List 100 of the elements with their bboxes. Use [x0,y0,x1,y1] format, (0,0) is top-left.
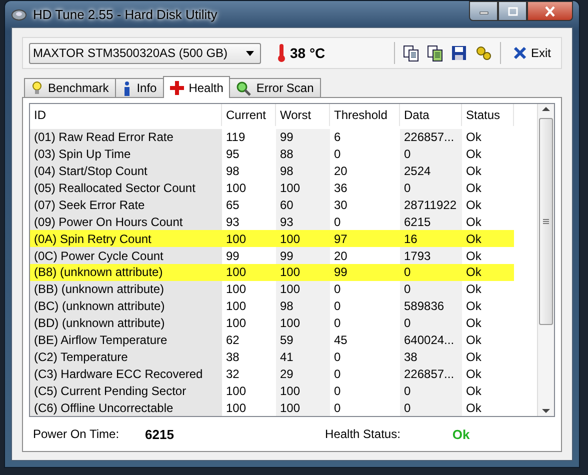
table-cell-text: 0 [333,400,342,416]
table-cell: 100 [276,280,330,298]
table-cell: 100 [276,399,330,416]
table-cell-text: 93 [225,214,240,230]
tab[interactable]: Benchmark [24,78,116,97]
magnifier-icon [236,80,252,96]
table-cell-text: 20 [333,248,348,264]
table-cell: 100 [276,180,330,196]
table-cell-text: 0 [333,146,342,163]
table-cell: 97 [330,230,400,248]
table-cell: (C6) Offline Uncorrectable [30,399,222,416]
table-cell: 0 [400,314,462,332]
table-cell: (0C) Power Cycle Count [30,247,222,264]
options-icon[interactable] [474,45,492,61]
table-cell-text: 98 [225,163,240,180]
health-status-label: Health Status: [325,427,400,441]
scroll-down-icon[interactable] [542,406,550,416]
table-cell: (C2) Temperature [30,348,222,366]
table-cell: 88 [276,146,330,163]
table-cell: 6215 [400,213,462,230]
table-cell: 0 [400,399,462,416]
table-cell: 0 [400,264,462,281]
table-cell-text: 0 [333,348,342,366]
table-cell-text: 0 [333,281,342,298]
table-cell: 41 [276,348,330,366]
table-cell: (0A) Spin Retry Count [30,230,222,248]
grip-icon [543,219,549,224]
tab[interactable]: Info [114,78,164,97]
table-cell: 28711922 [400,196,462,214]
power-on-label: Power On Time: [33,427,120,441]
x-icon [512,46,527,60]
table-cell: 93 [276,213,330,230]
table-cell-text: 36 [333,180,348,196]
tab[interactable]: Error Scan [229,78,321,97]
table-cell: (BD) (unknown attribute) [30,314,222,332]
maximize-button[interactable] [498,1,527,21]
table-cell: 0 [400,280,462,298]
table-cell: (04) Start/Stop Count [30,162,222,180]
table-cell: (BC) (unknown attribute) [30,298,222,315]
table-cell-text: 100 [225,298,248,315]
table-cell: (BB) (unknown attribute) [30,280,222,298]
close-button[interactable] [527,1,573,21]
table-cell: 1793 [400,247,462,264]
table-cell-text: 32 [225,366,240,382]
table-cell: 226857... [400,128,462,146]
table-cell: 2524 [400,162,462,180]
scroll-up-icon[interactable] [542,104,550,114]
copy-icon[interactable] [402,44,419,62]
table-cell: Ok [462,230,514,248]
table-cell-text: Ok [465,248,482,264]
health-status-value: Ok [452,426,470,442]
table-cell: 100 [222,230,276,248]
table-cell: Ok [462,264,514,281]
table-cell: (07) Seek Error Rate [30,196,222,214]
table-cell-text: 65 [225,196,240,214]
table-cell-text: 6 [333,129,342,146]
table-cell-text: 100 [225,382,248,400]
disk-app-icon [11,7,27,21]
table-cell-text: 30 [333,196,348,214]
table-cell: 100 [276,382,330,400]
scrollbar[interactable] [537,104,554,416]
table-cell: 38 [400,348,462,366]
table-cell-text: Ok [465,400,482,416]
table-cell: 589836 [400,298,462,315]
exit-button[interactable]: Exit [508,46,555,60]
table-cell: 29 [276,365,330,382]
cross-icon [170,80,184,94]
table-cell: 0 [400,146,462,163]
table-cell-text: 0 [333,382,342,400]
copy-all-icon[interactable] [426,44,443,62]
table-cell: 99 [330,264,400,281]
table-cell-text: Ok [465,332,482,348]
lightbulb-icon [31,81,43,95]
minimize-button[interactable] [469,1,498,21]
table-cell-text: Ok [465,382,482,400]
table-cell: (C5) Current Pending Sector [30,382,222,400]
table-cell-text: 100 [225,180,248,196]
table-cell-text: 100 [225,315,248,332]
table-cell: 99 [276,128,330,146]
table-cell-text: 0 [333,315,342,332]
table-cell: 98 [276,162,330,180]
table-cell: (B8) (unknown attribute) [30,264,222,281]
save-icon[interactable] [450,45,467,61]
power-on-value: 6215 [145,426,175,442]
table-cell: 59 [276,332,330,348]
tab[interactable]: Health [162,76,230,98]
table-cell-text: Ok [465,315,482,332]
table-cell: (01) Raw Read Error Rate [30,128,222,146]
table-cell: 100 [276,230,330,248]
table-cell-text: 119 [225,129,246,146]
table-cell-text: Ok [465,281,482,298]
table-cell-text: 0 [333,298,342,315]
table-cell: 100 [222,264,276,281]
table-cell-text: Ok [465,196,482,214]
table-cell: 0 [400,180,462,196]
table-cell-text: 0 [333,214,342,230]
table-cell-text: 100 [225,281,248,298]
table-cell: (BE) Airflow Temperature [30,332,222,348]
table-cell-text: Ok [465,366,482,382]
drive-dropdown[interactable]: MAXTOR STM3500320AS (500 GB) [29,42,261,64]
